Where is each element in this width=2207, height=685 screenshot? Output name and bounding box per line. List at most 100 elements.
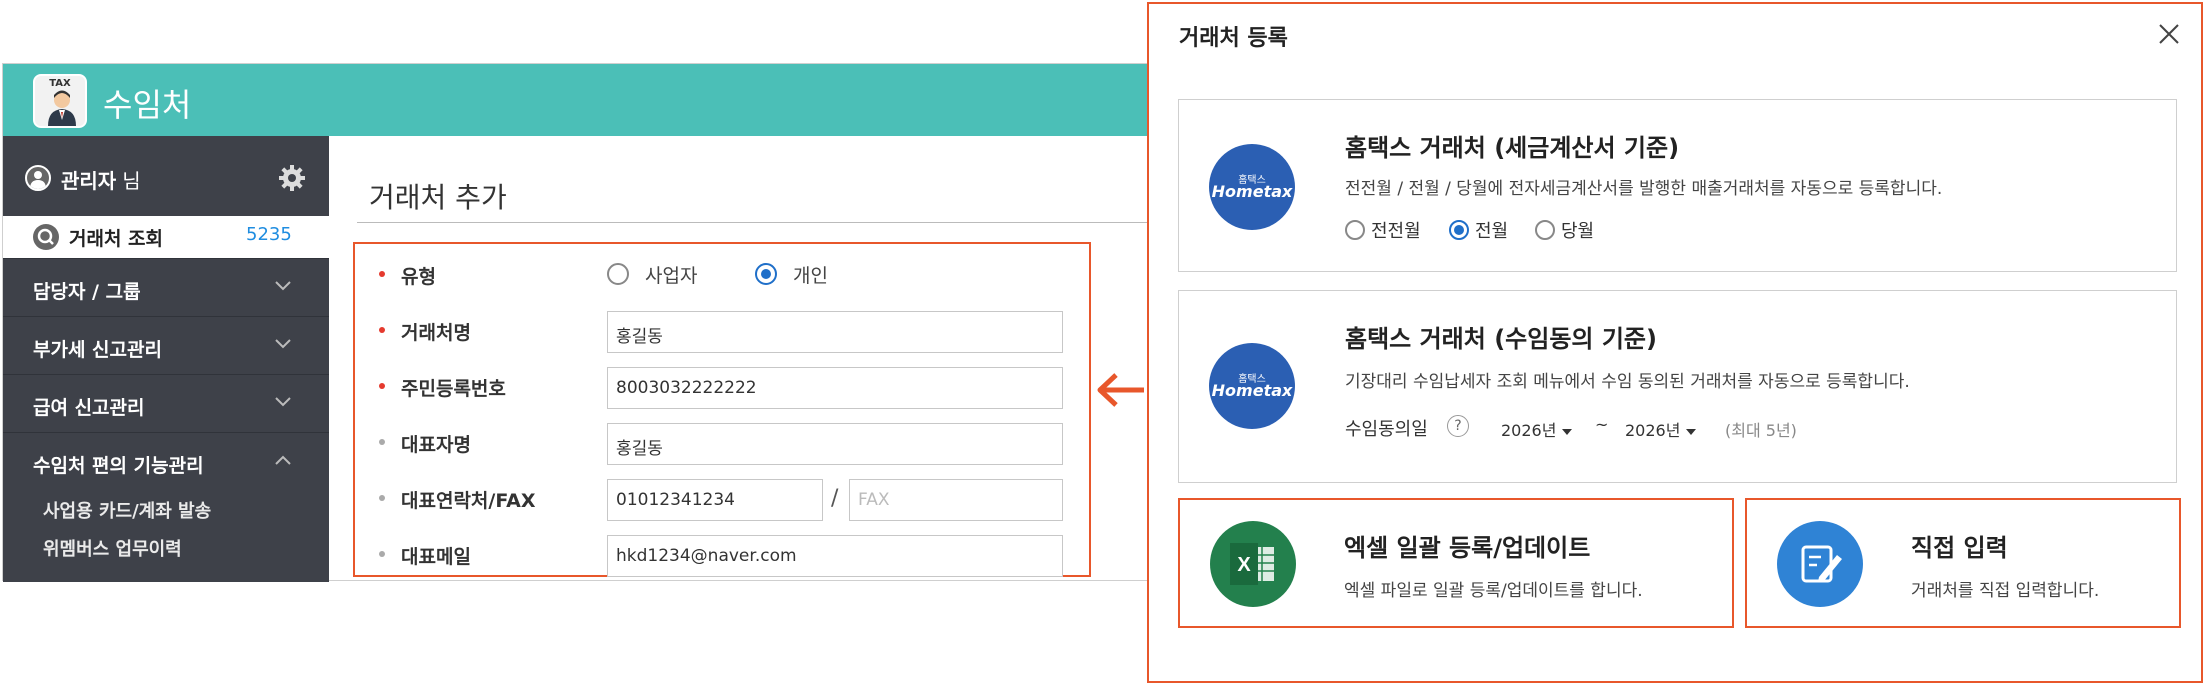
- card1-title: 홈택스 거래처 (세금계산서 기준): [1345, 134, 1680, 162]
- radio-this-month-label: 당월: [1561, 221, 1595, 242]
- email-label: 대표메일: [401, 546, 471, 568]
- sidebar-item-vat[interactable]: 부가세 신고관리: [3, 316, 329, 374]
- card2-title: 홈택스 거래처 (수임동의 기준): [1345, 325, 1657, 353]
- card-excel-upload[interactable]: X 엑셀 일괄 등록/업데이트 엑셀 파일로 일괄 등록/업데이트를 합니다.: [1178, 498, 1734, 628]
- rep-name-input[interactable]: 홍길동: [607, 423, 1063, 465]
- hometax-logo-icon: 홈택스 Hometax: [1209, 144, 1295, 230]
- client-count: 5235: [246, 224, 292, 245]
- main-content: 거래처 추가 유형 사업자 개인 거래처명 홍길동 주민등록번호 8003032…: [329, 136, 1163, 582]
- sidebar-item-label: 급여 신고관리: [33, 397, 145, 419]
- contact-label: 대표연락처/FAX: [401, 490, 536, 512]
- required-bullet-icon: [379, 271, 385, 277]
- sidebar-item-client-search[interactable]: 거래처 조회 5235: [3, 216, 329, 258]
- radio-two-months-ago-label: 전전월: [1371, 221, 1421, 242]
- range-tilde: ~: [1595, 415, 1609, 434]
- from-year-select[interactable]: 2026년: [1501, 417, 1573, 441]
- sidebar-item-label: 담당자 / 그룹: [33, 281, 141, 303]
- client-register-dialog: 거래처 등록 홈택스 Hometax 홈택스 거래처 (세금계산서 기준) 전전…: [1147, 2, 2203, 683]
- radio-business-label: 사업자: [645, 265, 698, 287]
- optional-bullet-icon: [379, 495, 385, 501]
- type-label: 유형: [401, 266, 436, 288]
- radio-two-months-ago[interactable]: [1345, 220, 1365, 240]
- to-year-select[interactable]: 2026년: [1625, 417, 1697, 441]
- radio-individual-label: 개인: [793, 265, 828, 287]
- optional-bullet-icon: [379, 439, 385, 445]
- hometax-logo-icon: 홈택스 Hometax: [1209, 343, 1295, 429]
- card4-title: 직접 입력: [1911, 534, 2008, 562]
- settings-gear-icon[interactable]: [277, 163, 307, 193]
- optional-bullet-icon: [379, 551, 385, 557]
- card-hometax-consent[interactable]: 홈택스 Hometax 홈택스 거래처 (수임동의 기준) 기장대리 수임납세자…: [1178, 290, 2177, 483]
- caret-down-icon: [1686, 428, 1697, 435]
- user-profile[interactable]: 관리자 님: [3, 136, 329, 216]
- hometax-logo-bottom: Hometax: [1211, 381, 1293, 400]
- help-icon[interactable]: ?: [1447, 415, 1469, 437]
- card4-desc: 거래처를 직접 입력합니다.: [1911, 581, 2100, 601]
- user-avatar-icon: [25, 165, 51, 191]
- client-search-label: 거래처 조회: [69, 228, 164, 250]
- dialog-title: 거래처 등록: [1179, 26, 1288, 51]
- chevron-up-icon: [275, 455, 291, 465]
- chevron-down-icon: [275, 281, 291, 291]
- sidebar: 관리자 님 거래처 조회 5235 담당자 / 그룹 부가세 신고관리 급여 신…: [3, 136, 329, 582]
- required-bullet-icon: [379, 383, 385, 389]
- tax-logo-icon: TAX: [33, 74, 87, 128]
- chevron-down-icon: [275, 339, 291, 349]
- client-form: 유형 사업자 개인 거래처명 홍길동 주민등록번호 8003032222222: [353, 242, 1091, 577]
- form-row-name: 거래처명 홍길동: [355, 304, 1089, 360]
- radio-this-month[interactable]: [1535, 220, 1555, 240]
- from-year-value: 2026년: [1501, 421, 1557, 440]
- app-header: TAX 수임처: [3, 64, 1161, 136]
- arrow-left-icon: [1097, 373, 1144, 407]
- form-row-contact: 대표연락처/FAX 01012341234 / FAX: [355, 472, 1089, 528]
- user-name-text: 관리자: [61, 169, 117, 193]
- max-period-note: (최대 5년): [1725, 421, 1797, 440]
- radio-last-month-label: 전월: [1475, 221, 1509, 242]
- excel-icon-letter: X: [1237, 554, 1251, 576]
- card2-desc: 기장대리 수임납세자 조회 메뉴에서 수임 동의된 거래처를 자동으로 등록합니…: [1345, 372, 1910, 392]
- card3-title: 엑셀 일괄 등록/업데이트: [1344, 534, 1591, 562]
- sidebar-item-manager-group[interactable]: 담당자 / 그룹: [3, 258, 329, 316]
- card1-desc: 전전월 / 전월 / 당월에 전자세금계산서를 발행한 매출거래처를 자동으로 …: [1345, 179, 1943, 199]
- caret-down-icon: [1562, 428, 1573, 435]
- sidebar-item-payroll[interactable]: 급여 신고관리: [3, 374, 329, 432]
- name-label: 거래처명: [401, 322, 471, 344]
- title-divider: [357, 222, 1163, 223]
- to-year-value: 2026년: [1625, 421, 1681, 440]
- radio-business[interactable]: [607, 263, 629, 285]
- screenshot-stage: TAX 수임처 관리자 님 거래처 조회 5235 담당자 / 그룹 부가세 신…: [0, 0, 2207, 685]
- sidebar-item-label: 수임처 편의 기능관리: [33, 455, 204, 477]
- edit-icon: [1777, 521, 1863, 607]
- close-icon[interactable]: [2157, 22, 2181, 46]
- card3-desc: 엑셀 파일로 일괄 등록/업데이트를 합니다.: [1344, 581, 1643, 601]
- sidebar-item-convenience[interactable]: 수임처 편의 기능관리 사업용 카드/계좌 발송 위멤버스 업무이력: [3, 432, 329, 582]
- submenu-wemembers-history[interactable]: 위멤버스 업무이력: [43, 535, 182, 561]
- user-suffix: 님: [122, 169, 141, 193]
- form-row-rrn: 주민등록번호 8003032222222: [355, 360, 1089, 416]
- radio-individual[interactable]: [755, 263, 777, 285]
- contact-separator: /: [831, 486, 839, 511]
- consent-date-label: 수임동의일: [1345, 419, 1428, 440]
- fax-input[interactable]: FAX: [849, 479, 1063, 521]
- rrn-input[interactable]: 8003032222222: [607, 367, 1063, 409]
- hometax-logo-bottom: Hometax: [1211, 182, 1293, 201]
- radio-last-month[interactable]: [1449, 220, 1469, 240]
- form-row-rep: 대표자명 홍길동: [355, 416, 1089, 472]
- form-row-type: 유형 사업자 개인: [355, 248, 1089, 304]
- card-hometax-tax-invoice[interactable]: 홈택스 Hometax 홈택스 거래처 (세금계산서 기준) 전전월 / 전월 …: [1178, 99, 2177, 272]
- form-row-email: 대표메일 hkd1234@naver.com: [355, 528, 1089, 584]
- rrn-label: 주민등록번호: [401, 378, 506, 400]
- page-title: 거래처 추가: [369, 181, 507, 214]
- rep-label: 대표자명: [401, 434, 471, 456]
- phone-input[interactable]: 01012341234: [607, 479, 823, 521]
- card-manual-input[interactable]: 직접 입력 거래처를 직접 입력합니다.: [1745, 498, 2181, 628]
- submenu-card-account[interactable]: 사업용 카드/계좌 발송: [43, 497, 211, 523]
- email-input[interactable]: hkd1234@naver.com: [607, 535, 1063, 577]
- required-bullet-icon: [379, 327, 385, 333]
- excel-icon: X: [1210, 521, 1296, 607]
- chevron-down-icon: [275, 397, 291, 407]
- client-name-input[interactable]: 홍길동: [607, 311, 1063, 353]
- search-icon: [33, 224, 59, 250]
- user-name: 관리자 님: [61, 165, 141, 194]
- app-window: TAX 수임처 관리자 님 거래처 조회 5235 담당자 / 그룹 부가세 신…: [2, 63, 1163, 582]
